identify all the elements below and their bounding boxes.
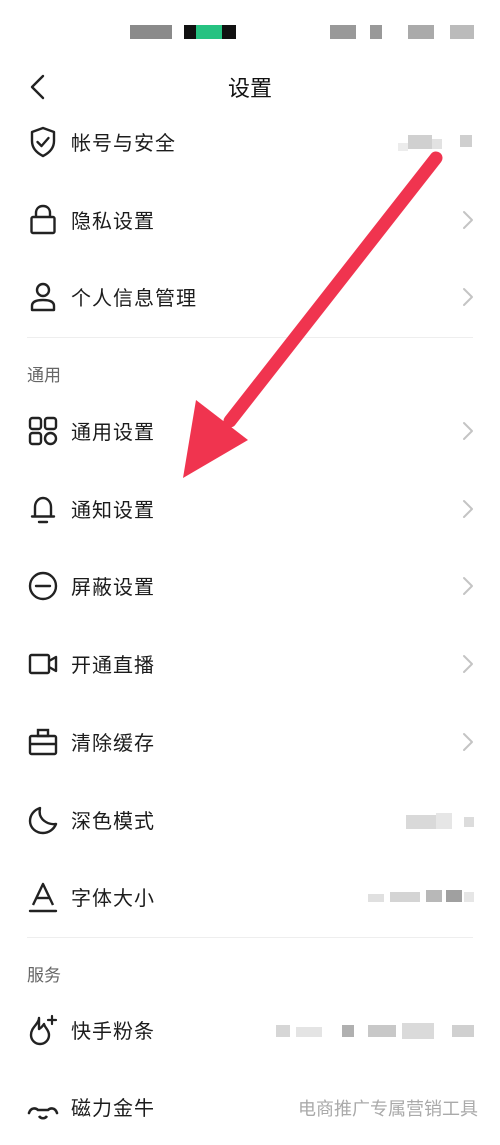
status-blur: [196, 25, 222, 39]
status-blur: [184, 25, 196, 39]
settings-item-label: 开通直播: [71, 653, 155, 677]
settings-item-label: 通知设置: [71, 498, 155, 522]
briefcase-icon: [28, 728, 58, 756]
chevron-right-icon: [463, 655, 473, 673]
chevron-right-icon: [463, 422, 473, 440]
divider: [27, 937, 473, 938]
settings-item-label: 帐号与安全: [71, 131, 176, 155]
chevron-right-icon: [463, 577, 473, 595]
settings-item-label: 屏蔽设置: [71, 575, 155, 599]
settings-item-label: 个人信息管理: [71, 286, 197, 310]
status-bar: [0, 0, 500, 60]
settings-item-personal-info[interactable]: 个人信息管理: [0, 259, 500, 335]
blurred-value: [406, 813, 474, 829]
settings-item-label: 快手粉条: [71, 1019, 155, 1043]
status-blur: [222, 25, 236, 39]
blurred-value: [368, 890, 476, 906]
settings-item-font-size[interactable]: 字体大小: [0, 859, 500, 935]
divider: [27, 337, 473, 338]
video-camera-icon: [28, 653, 58, 675]
moon-icon: [28, 806, 58, 835]
person-icon: [30, 282, 56, 312]
settings-item-notifications[interactable]: 通知设置: [0, 471, 500, 547]
chevron-right-icon: [463, 211, 473, 229]
section-title-general: 通用: [27, 366, 61, 386]
lock-icon: [30, 204, 56, 235]
settings-item-label: 清除缓存: [71, 731, 155, 755]
blurred-value: [398, 135, 474, 151]
blurred-value: [276, 1023, 476, 1039]
settings-item-label: 字体大小: [71, 886, 155, 910]
status-blur: [130, 25, 172, 39]
status-blur: [330, 25, 356, 39]
settings-item-label: 隐私设置: [71, 209, 155, 233]
settings-item-label: 磁力金牛: [71, 1096, 155, 1120]
flame-plus-icon: [29, 1014, 58, 1046]
bell-icon: [30, 496, 56, 524]
section-title-services: 服务: [27, 966, 61, 986]
chevron-right-icon: [463, 500, 473, 518]
settings-item-general[interactable]: 通用设置: [0, 393, 500, 469]
grid-icon: [28, 416, 58, 446]
status-blur: [370, 25, 382, 39]
status-blur: [450, 25, 474, 39]
block-icon: [28, 571, 58, 601]
settings-item-clear-cache[interactable]: 清除缓存: [0, 704, 500, 780]
chevron-right-icon: [463, 288, 473, 306]
settings-item-privacy[interactable]: 隐私设置: [0, 182, 500, 258]
status-blur: [408, 25, 434, 39]
settings-item-live-stream[interactable]: 开通直播: [0, 626, 500, 702]
shield-check-icon: [30, 126, 56, 158]
page-title: 设置: [227, 77, 272, 102]
settings-item-value: 电商推广专属营销工具: [298, 1099, 478, 1120]
chevron-right-icon: [463, 733, 473, 751]
cattle-icon: [27, 1107, 59, 1120]
settings-item-label: 通用设置: [71, 420, 155, 444]
settings-item-dark-mode[interactable]: 深色模式: [0, 782, 500, 858]
settings-item-account-security[interactable]: 帐号与安全: [0, 104, 500, 180]
settings-item-block[interactable]: 屏蔽设置: [0, 548, 500, 624]
settings-item-kuaishou-fentiao[interactable]: 快手粉条: [0, 992, 500, 1068]
settings-item-label: 深色模式: [71, 809, 155, 833]
font-size-icon: [28, 882, 58, 913]
